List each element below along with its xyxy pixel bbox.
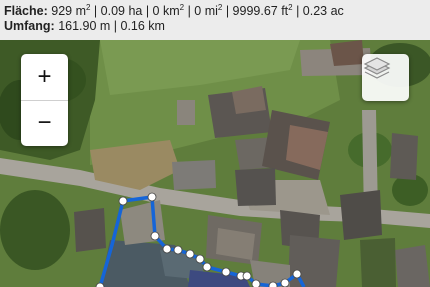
polygon-vertex[interactable] <box>251 279 261 287</box>
polygon-vertex[interactable] <box>280 278 290 287</box>
zoom-control: + − <box>21 54 68 146</box>
polygon-vertex[interactable] <box>173 245 183 255</box>
polygon-vertex[interactable] <box>268 281 278 287</box>
area-label: Fläche: <box>4 4 48 19</box>
layers-icon <box>363 57 391 79</box>
polygon-vertex[interactable] <box>221 267 231 277</box>
zoom-out-button[interactable]: − <box>21 100 68 146</box>
measurement-panel: Fläche: 929 m2 | 0.09 ha | 0 km2 | 0 mi2… <box>0 0 430 40</box>
polygon-vertex[interactable] <box>242 271 252 281</box>
polygon-vertex[interactable] <box>185 249 195 259</box>
polygon-vertex[interactable] <box>162 244 172 254</box>
perimeter-line: Umfang: 161.90 m | 0.16 km <box>4 19 165 34</box>
layers-button[interactable] <box>362 54 409 101</box>
area-value: 929 m2 | 0.09 ha | 0 km2 | 0 mi2 | 9999.… <box>51 3 344 19</box>
polygon-vertex[interactable] <box>150 231 160 241</box>
zoom-in-button[interactable]: + <box>21 54 68 101</box>
polygon-vertex[interactable] <box>195 254 205 264</box>
area-line: Fläche: 929 m2 | 0.09 ha | 0 km2 | 0 mi2… <box>4 0 344 19</box>
polygon-vertex[interactable] <box>147 192 157 202</box>
polygon-vertex[interactable] <box>202 262 212 272</box>
polygon-vertex[interactable] <box>292 269 302 279</box>
perimeter-value: 161.90 m | 0.16 km <box>58 19 165 33</box>
satellite-map[interactable]: + − <box>0 40 430 287</box>
perimeter-label: Umfang: <box>4 19 55 33</box>
polygon-vertex[interactable] <box>118 196 128 206</box>
